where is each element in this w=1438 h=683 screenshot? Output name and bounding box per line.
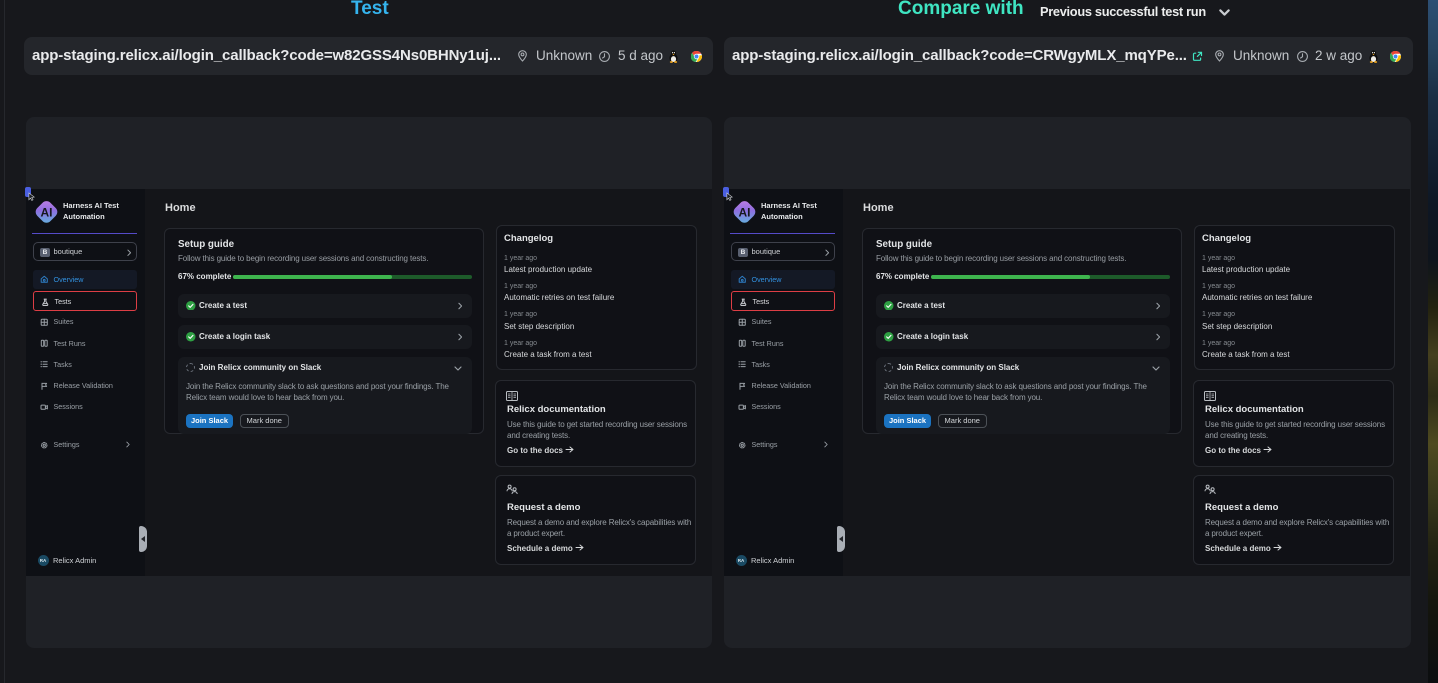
svg-text:AI: AI [41,205,53,219]
svg-text:AI: AI [739,205,751,219]
